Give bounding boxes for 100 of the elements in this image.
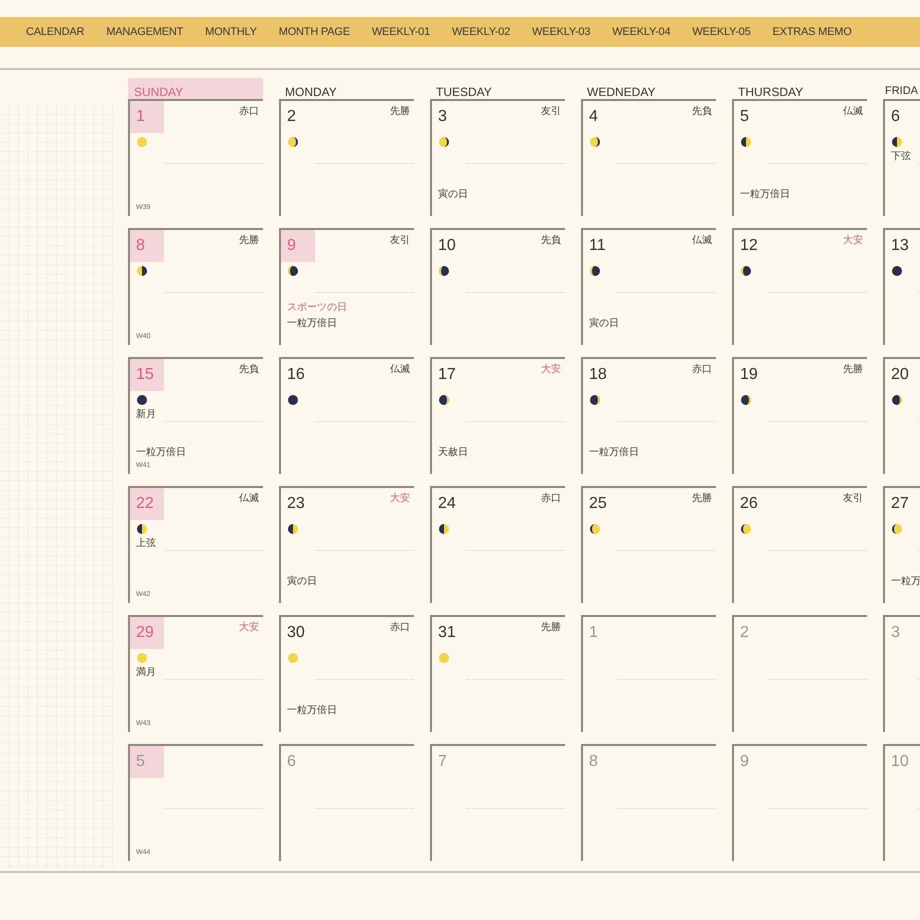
rokuyo-label: 赤口 bbox=[390, 622, 410, 634]
weekday-header: THURSDAY bbox=[737, 84, 804, 99]
day-cell[interactable]: 13 bbox=[883, 228, 920, 345]
event-label: スポーツの日 bbox=[287, 302, 347, 313]
date-number: 3 bbox=[437, 107, 448, 127]
day-cell[interactable]: 11 仏滅 寅の日 bbox=[581, 228, 716, 345]
date-number: 30 bbox=[286, 623, 306, 643]
event-label: 一粒万倍日 bbox=[740, 189, 790, 200]
date-number: 24 bbox=[437, 494, 457, 514]
day-cell[interactable]: 30 赤口 一粒万倍日 bbox=[279, 615, 414, 732]
rokuyo-label: 先勝 bbox=[239, 235, 259, 247]
rokuyo-label: 仏滅 bbox=[692, 235, 712, 247]
nav-tab[interactable]: WEEKLY-01 bbox=[372, 24, 430, 40]
rokuyo-label: 友引 bbox=[541, 106, 561, 118]
rokuyo-label: 先勝 bbox=[390, 106, 410, 118]
event-label: 一粒万倍日 bbox=[287, 705, 337, 716]
event-label: 寅の日 bbox=[589, 318, 619, 329]
day-cell[interactable]: 12 大安 bbox=[732, 228, 867, 345]
date-number: 6 bbox=[286, 752, 297, 772]
day-cell[interactable]: 20 bbox=[883, 357, 920, 474]
day-cell[interactable]: 5 仏滅 一粒万倍日 bbox=[732, 99, 867, 216]
rokuyo-label: 先勝 bbox=[843, 364, 863, 376]
nav-tab[interactable]: MANAGEMENT bbox=[106, 24, 184, 40]
rokuyo-label: 赤口 bbox=[239, 106, 259, 118]
nav-tab[interactable]: WEEKLY-03 bbox=[532, 24, 590, 40]
date-number: 6 bbox=[890, 107, 901, 127]
date-number: 2 bbox=[286, 107, 297, 127]
rokuyo-label: 友引 bbox=[843, 493, 863, 505]
rokuyo-label: 大安 bbox=[239, 622, 259, 634]
event-label: 寅の日 bbox=[287, 576, 317, 587]
date-number: 1 bbox=[588, 623, 599, 643]
day-cell[interactable]: 19 先勝 bbox=[732, 357, 867, 474]
date-number: 8 bbox=[130, 230, 164, 262]
day-cell[interactable]: 4 先負 bbox=[581, 99, 716, 216]
day-cell[interactable]: 6 下弦 bbox=[883, 99, 920, 216]
rokuyo-label: 仏滅 bbox=[843, 106, 863, 118]
date-number: 26 bbox=[739, 494, 759, 514]
date-number: 27 bbox=[890, 494, 910, 514]
date-number: 5 bbox=[130, 746, 164, 778]
date-number: 31 bbox=[437, 623, 457, 643]
rokuyo-label: 先負 bbox=[541, 235, 561, 247]
weekday-header: FRIDA bbox=[884, 84, 919, 99]
date-number: 16 bbox=[286, 365, 306, 385]
moon-phase-label: 上弦 bbox=[136, 538, 156, 549]
weekday-header: WEDNEDAY bbox=[586, 84, 656, 99]
date-number: 7 bbox=[437, 752, 448, 772]
moon-phase-label: 新月 bbox=[136, 409, 156, 420]
date-number: 23 bbox=[286, 494, 306, 514]
date-number: 5 bbox=[739, 107, 750, 127]
event-label: 一粒万倍日 bbox=[136, 447, 186, 458]
day-cell[interactable]: 31 先勝 bbox=[430, 615, 565, 732]
date-number: 9 bbox=[281, 230, 315, 262]
nav-tab[interactable]: EXTRAS MEMO bbox=[772, 24, 852, 40]
day-cell[interactable]: 9 友引 スポーツの日 一粒万倍日 bbox=[279, 228, 414, 345]
moon-phase-label: 満月 bbox=[136, 667, 156, 678]
day-cell[interactable]: 16 仏滅 bbox=[279, 357, 414, 474]
day-cell[interactable]: 2 先勝 bbox=[279, 99, 414, 216]
date-number: 10 bbox=[890, 752, 910, 772]
rokuyo-label: 先勝 bbox=[541, 622, 561, 634]
date-number: 25 bbox=[588, 494, 608, 514]
day-cell[interactable]: 24 赤口 bbox=[430, 486, 565, 603]
date-number: 12 bbox=[739, 236, 759, 256]
date-number: 20 bbox=[890, 365, 910, 385]
rokuyo-label: 大安 bbox=[843, 235, 863, 247]
rokuyo-label: 仏滅 bbox=[390, 364, 410, 376]
date-number: 13 bbox=[890, 236, 910, 256]
day-cell[interactable]: 10 先負 bbox=[430, 228, 565, 345]
date-number: 10 bbox=[437, 236, 457, 256]
day-cell[interactable]: 17 大安 天赦日 bbox=[430, 357, 565, 474]
day-cell[interactable]: 26 友引 bbox=[732, 486, 867, 603]
rokuyo-label: 大安 bbox=[390, 493, 410, 505]
event-label: 天赦日 bbox=[438, 447, 468, 458]
rokuyo-label: 赤口 bbox=[541, 493, 561, 505]
weekday-header: SUNDAY bbox=[128, 78, 263, 99]
date-number: 15 bbox=[130, 359, 164, 391]
day-cell[interactable]: 3 友引 寅の日 bbox=[430, 99, 565, 216]
day-cell[interactable]: 18 赤口 一粒万倍日 bbox=[581, 357, 716, 474]
rokuyo-label: 仏滅 bbox=[239, 493, 259, 505]
nav-tab[interactable]: WEEKLY-02 bbox=[452, 24, 510, 40]
date-number: 29 bbox=[130, 617, 164, 649]
date-number: 17 bbox=[437, 365, 457, 385]
rokuyo-label: 友引 bbox=[390, 235, 410, 247]
rokuyo-label: 先負 bbox=[239, 364, 259, 376]
rokuyo-label: 大安 bbox=[541, 364, 561, 376]
date-number: 22 bbox=[130, 488, 164, 520]
nav-tab[interactable]: MONTH PAGE bbox=[278, 24, 350, 40]
event-label: 一粒万倍日 bbox=[287, 318, 337, 329]
nav-tab[interactable]: WEEKLY-04 bbox=[612, 24, 670, 40]
nav-tab[interactable]: CALENDAR bbox=[26, 24, 84, 40]
date-number: 4 bbox=[588, 107, 599, 127]
date-number: 19 bbox=[739, 365, 759, 385]
nav-tab[interactable]: MONTHLY bbox=[205, 24, 257, 40]
date-number: 9 bbox=[739, 752, 750, 772]
day-cell[interactable]: 25 先勝 bbox=[581, 486, 716, 603]
day-cell[interactable]: 23 大安 寅の日 bbox=[279, 486, 414, 603]
nav-tab[interactable]: WEEKLY-05 bbox=[692, 24, 750, 40]
event-label: 一粒万倍日 bbox=[589, 447, 639, 458]
rokuyo-label: 先勝 bbox=[692, 493, 712, 505]
date-number: 3 bbox=[890, 623, 901, 643]
rokuyo-label: 赤口 bbox=[692, 364, 712, 376]
